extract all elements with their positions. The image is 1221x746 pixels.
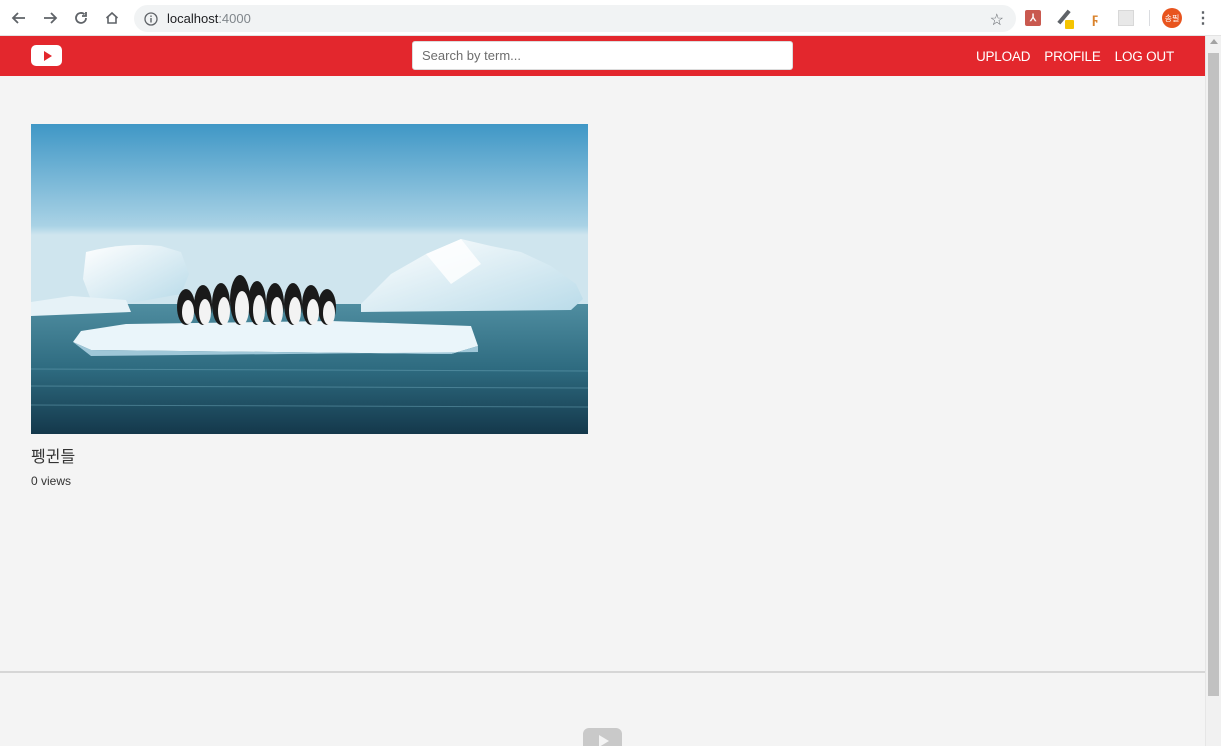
back-icon[interactable]: [4, 3, 34, 33]
upload-link[interactable]: UPLOAD: [976, 49, 1031, 64]
pdf-extension-icon[interactable]: ⅄: [1025, 10, 1041, 26]
profile-avatar[interactable]: 송필: [1162, 8, 1182, 28]
forward-icon[interactable]: [35, 3, 65, 33]
home-icon[interactable]: [97, 3, 127, 33]
logout-link[interactable]: LOG OUT: [1115, 49, 1175, 64]
toolbar-divider: [1149, 10, 1150, 26]
footer-logo-icon: [583, 728, 622, 746]
video-card[interactable]: 펭귄들 0 views: [31, 124, 588, 488]
url-port: :4000: [218, 11, 251, 26]
footer-divider: [0, 671, 1205, 673]
video-views: 0 views: [31, 474, 72, 488]
profile-link[interactable]: PROFILE: [1044, 49, 1101, 64]
header-nav: UPLOAD PROFILE LOG OUT: [962, 36, 1174, 76]
browser-toolbar: localhost:4000 ☆ ⅄ ϝ 송필 ⋮: [0, 0, 1221, 36]
url-host: localhost: [167, 11, 219, 26]
video-title[interactable]: 펭귄들: [31, 443, 588, 467]
scroll-thumb[interactable]: [1208, 53, 1219, 696]
reload-icon[interactable]: [66, 3, 96, 33]
address-bar[interactable]: localhost:4000 ☆: [134, 5, 1016, 32]
youtube-logo-icon[interactable]: [31, 45, 62, 66]
menu-kebab-icon[interactable]: ⋮: [1195, 8, 1211, 28]
bookmark-star-icon[interactable]: ☆: [990, 10, 1004, 30]
flag-extension-icon[interactable]: ϝ: [1087, 10, 1103, 26]
blank-extension-icon[interactable]: [1118, 10, 1134, 26]
search-input[interactable]: [412, 41, 793, 70]
site-header: UPLOAD PROFILE LOG OUT: [0, 36, 1205, 76]
info-icon[interactable]: [144, 11, 158, 26]
scroll-up-arrow-icon[interactable]: [1210, 39, 1218, 44]
video-thumbnail[interactable]: [31, 124, 588, 434]
pen-extension-icon[interactable]: [1056, 9, 1074, 29]
page-scrollbar[interactable]: [1205, 36, 1221, 746]
extensions-area: ⅄ ϝ 송필 ⋮: [1025, 7, 1211, 29]
